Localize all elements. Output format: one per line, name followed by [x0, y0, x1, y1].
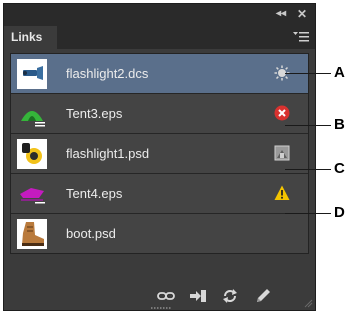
go-to-link-icon[interactable]: [189, 288, 207, 304]
callout-line-a: [285, 73, 331, 74]
panel-resize-corner[interactable]: [303, 298, 313, 308]
link-row[interactable]: flashlight2.dcs: [11, 54, 308, 94]
link-filename: flashlight1.psd: [66, 146, 150, 161]
link-filename: flashlight2.dcs: [66, 66, 149, 81]
warning-icon[interactable]: [274, 185, 290, 201]
callout-label-d: D: [334, 204, 345, 221]
callout-line-b: [285, 125, 331, 126]
tent-thumbnail: [17, 99, 47, 129]
callout-label-c: C: [334, 160, 345, 177]
link-row[interactable]: boot.psd: [11, 214, 308, 253]
resize-grip[interactable]: [151, 306, 173, 310]
link-row[interactable]: Tent4.eps: [11, 174, 308, 214]
update-link-icon[interactable]: [221, 288, 239, 304]
callout-label-b: B: [334, 116, 345, 133]
callout-line-c: [285, 169, 331, 170]
link-filename: Tent4.eps: [66, 186, 123, 201]
edit-original-icon[interactable]: [254, 288, 272, 304]
callout-label-a: A: [334, 64, 345, 81]
missing-link-icon[interactable]: [274, 105, 290, 121]
link-row[interactable]: Tent3.eps: [11, 94, 308, 134]
collapse-button[interactable]: ◂◂: [276, 7, 286, 21]
link-filename: Tent3.eps: [66, 106, 123, 121]
link-row[interactable]: flashlight1.psd: [11, 134, 308, 174]
links-panel: ◂◂ ✕ Links flashlight2.dcs Tent3.eps fla…: [3, 3, 316, 311]
panel-titlebar: ◂◂ ✕: [4, 4, 315, 26]
callout-line-d: [285, 213, 331, 214]
relink-icon[interactable]: [157, 288, 175, 304]
panel-menu-icon[interactable]: [293, 31, 309, 43]
tent-thumbnail: [17, 179, 47, 209]
boot-thumbnail: [17, 219, 47, 249]
close-button[interactable]: ✕: [297, 7, 307, 21]
link-filename: boot.psd: [66, 226, 116, 241]
links-list: flashlight2.dcs Tent3.eps flashlight1.ps…: [10, 53, 309, 254]
embedded-link-icon[interactable]: [274, 145, 290, 161]
tab-links[interactable]: Links: [4, 26, 57, 49]
tab-row: Links: [4, 26, 315, 49]
flashlight-thumbnail: [17, 139, 47, 169]
flashlight-thumbnail: [17, 59, 47, 89]
